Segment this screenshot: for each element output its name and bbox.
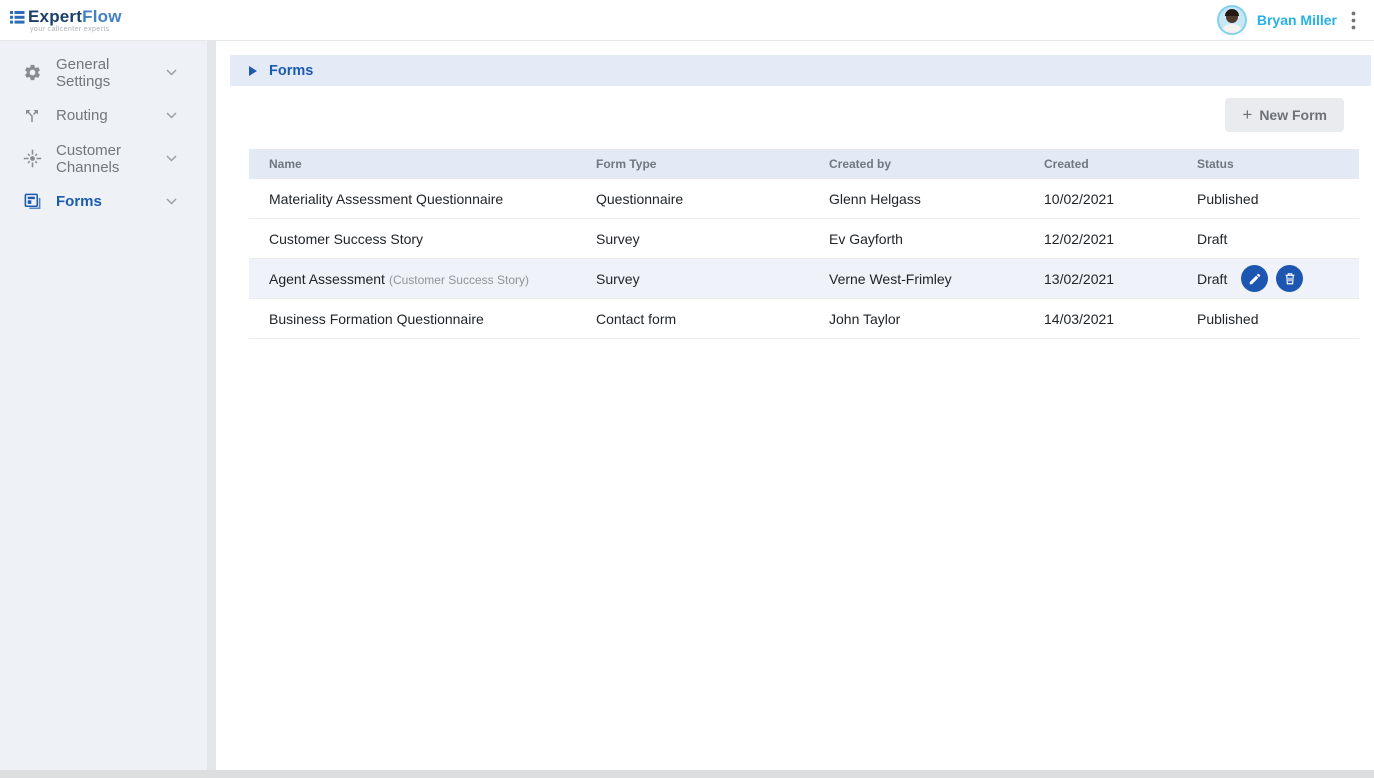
trash-icon — [1283, 271, 1297, 286]
column-header-name: Name — [249, 157, 576, 171]
created-date: 13/02/2021 — [1024, 271, 1177, 287]
chevron-down-icon — [166, 155, 177, 162]
form-name-text: Agent Assessment — [269, 271, 385, 287]
form-name: Agent Assessment (Customer Success Story) — [249, 271, 576, 287]
logo-text: ExpertFlow your callcenter experts — [28, 8, 122, 33]
chevron-down-icon — [166, 198, 177, 205]
sidebar-item-routing[interactable]: Routing — [0, 94, 207, 137]
triangle-right-icon — [249, 66, 257, 76]
column-header-created: Created — [1024, 157, 1177, 171]
table-header-row: Name Form Type Created by Created Status — [249, 149, 1359, 179]
status: Published — [1177, 191, 1359, 207]
table-row[interactable]: Agent Assessment (Customer Success Story)… — [249, 259, 1359, 299]
horizontal-scrollbar[interactable] — [0, 770, 1374, 778]
top-header: ExpertFlow your callcenter experts Bryan… — [0, 0, 1374, 41]
brand-name-bold: Expert — [28, 7, 82, 26]
column-header-created-by: Created by — [809, 157, 1024, 171]
status: Published — [1177, 311, 1359, 327]
edit-button[interactable] — [1241, 265, 1268, 292]
expertflow-logo-icon — [10, 11, 25, 29]
app-window: ExpertFlow your callcenter experts Bryan… — [0, 0, 1374, 778]
created-by: Glenn Helgass — [809, 191, 1024, 207]
status-cell: Draft — [1177, 265, 1359, 292]
main-content: Forms + New Form Name Form Type Created … — [216, 41, 1374, 770]
created-date: 12/02/2021 — [1024, 231, 1177, 247]
created-by: Verne West-Frimley — [809, 271, 1024, 287]
brand-tagline: your callcenter experts — [28, 26, 122, 33]
delete-button[interactable] — [1276, 265, 1303, 292]
status: Draft — [1197, 271, 1227, 287]
created-by: Ev Gayforth — [809, 231, 1024, 247]
status: Draft — [1177, 231, 1359, 247]
chevron-down-icon — [166, 112, 177, 119]
flare-icon — [22, 149, 42, 169]
user-area: Bryan Miller — [1217, 5, 1360, 35]
sidebar-item-customer-channels[interactable]: Customer Channels — [0, 137, 207, 180]
avatar-shirt — [1221, 24, 1243, 35]
table-row[interactable]: Materiality Assessment Questionnaire Que… — [249, 179, 1359, 219]
avatar[interactable] — [1217, 5, 1247, 35]
form-name: Materiality Assessment Questionnaire — [249, 191, 576, 207]
form-name: Customer Success Story — [249, 231, 576, 247]
form-name: Business Formation Questionnaire — [249, 311, 576, 327]
kebab-menu-icon[interactable] — [1347, 9, 1360, 32]
breadcrumb-label: Forms — [269, 63, 313, 79]
sidebar-item-label: General Settings — [56, 56, 166, 90]
new-form-button[interactable]: + New Form — [1225, 98, 1344, 132]
sidebar: General Settings Routing Customer Chan — [0, 41, 207, 770]
toolbar: + New Form — [216, 98, 1344, 132]
sidebar-item-general-settings[interactable]: General Settings — [0, 51, 207, 94]
call-split-icon — [22, 106, 42, 126]
table-row[interactable]: Business Formation Questionnaire Contact… — [249, 299, 1359, 339]
column-header-form-type: Form Type — [576, 157, 809, 171]
expertflow-logo[interactable]: ExpertFlow your callcenter experts — [10, 8, 122, 33]
column-header-status: Status — [1177, 157, 1359, 171]
breadcrumb[interactable]: Forms — [230, 55, 1371, 86]
plus-icon: + — [1242, 105, 1252, 125]
sidebar-scrollbar[interactable] — [207, 41, 216, 770]
body: General Settings Routing Customer Chan — [0, 41, 1374, 770]
forms-window-icon — [22, 192, 42, 212]
sidebar-item-label: Customer Channels — [56, 142, 166, 176]
sidebar-item-label: Routing — [56, 107, 166, 124]
form-type: Contact form — [576, 311, 809, 327]
forms-table: Name Form Type Created by Created Status… — [249, 149, 1359, 339]
sidebar-item-label: Forms — [56, 193, 166, 210]
sidebar-item-forms[interactable]: Forms — [0, 180, 207, 223]
created-date: 14/03/2021 — [1024, 311, 1177, 327]
new-form-button-label: New Form — [1259, 107, 1327, 123]
table-row[interactable]: Customer Success Story Survey Ev Gayfort… — [249, 219, 1359, 259]
chevron-down-icon — [166, 69, 177, 76]
form-name-note: (Customer Success Story) — [389, 273, 529, 287]
form-type: Survey — [576, 271, 809, 287]
form-type: Survey — [576, 231, 809, 247]
brand-name-light: Flow — [82, 7, 122, 26]
edit-pencil-icon — [1248, 272, 1262, 286]
created-date: 10/02/2021 — [1024, 191, 1177, 207]
form-type: Questionnaire — [576, 191, 809, 207]
created-by: John Taylor — [809, 311, 1024, 327]
user-name[interactable]: Bryan Miller — [1257, 12, 1337, 28]
brand-name: ExpertFlow — [28, 8, 122, 25]
gear-icon — [22, 63, 42, 83]
avatar-hair — [1225, 9, 1239, 16]
